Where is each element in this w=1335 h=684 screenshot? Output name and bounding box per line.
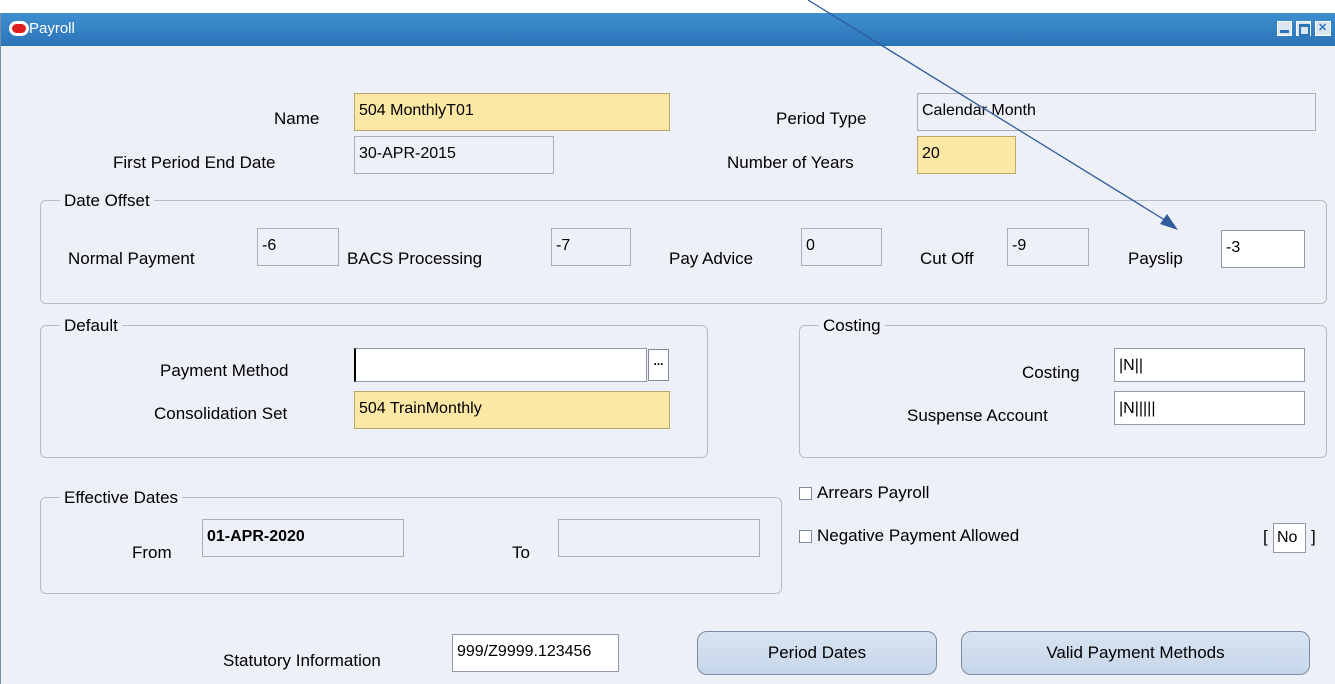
title-bar: Payroll bbox=[1, 13, 1335, 46]
normal-payment-field[interactable]: -6 bbox=[257, 228, 339, 266]
cut-off-field[interactable]: -9 bbox=[1007, 228, 1089, 266]
payslip-field[interactable]: -3 bbox=[1221, 230, 1305, 268]
name-label: Name bbox=[274, 109, 320, 128]
list-of-values-button[interactable]: ... bbox=[648, 349, 669, 381]
first-period-end-label: First Period End Date bbox=[113, 153, 276, 172]
to-label: To bbox=[512, 543, 530, 562]
window-title: Payroll bbox=[29, 20, 75, 37]
pay-advice-label: Pay Advice bbox=[669, 249, 754, 268]
period-dates-button[interactable]: Period Dates bbox=[697, 631, 937, 675]
valid-payment-methods-button[interactable]: Valid Payment Methods bbox=[961, 631, 1310, 675]
number-of-years-field[interactable]: 20 bbox=[917, 136, 1016, 174]
first-period-end-field[interactable]: 30-APR-2015 bbox=[354, 136, 554, 174]
payslip-label: Payslip bbox=[1128, 249, 1183, 268]
costing-label: Costing bbox=[1022, 363, 1080, 382]
arrears-payroll-label: Arrears Payroll bbox=[817, 483, 930, 502]
normal-payment-label: Normal Payment bbox=[68, 249, 195, 268]
date-offset-title: Date Offset bbox=[60, 191, 154, 211]
to-date-field[interactable] bbox=[558, 519, 760, 557]
oracle-logo-icon bbox=[9, 21, 29, 36]
payment-method-field[interactable] bbox=[354, 348, 647, 382]
bracket-open: [ bbox=[1263, 527, 1268, 546]
suspense-account-label: Suspense Account bbox=[907, 406, 1048, 425]
arrears-payroll-checkbox[interactable] bbox=[799, 487, 812, 500]
from-label: From bbox=[132, 543, 172, 562]
bacs-processing-label: BACS Processing bbox=[347, 249, 483, 268]
period-type-field[interactable]: Calendar Month bbox=[917, 93, 1316, 131]
suspense-account-field[interactable]: |N||||| bbox=[1114, 391, 1305, 425]
name-field[interactable]: 504 MonthlyT01 bbox=[354, 93, 670, 131]
costing-field[interactable]: |N|| bbox=[1114, 348, 1305, 382]
bacs-processing-field[interactable]: -7 bbox=[551, 228, 631, 266]
consolidation-set-field[interactable]: 504 TrainMonthly bbox=[354, 391, 670, 429]
period-type-label: Period Type bbox=[776, 109, 867, 128]
close-icon[interactable] bbox=[1315, 21, 1331, 36]
payroll-window: Payroll Name 504 MonthlyT01 Period Type … bbox=[0, 13, 1335, 684]
costing-title: Costing bbox=[819, 316, 885, 336]
cut-off-label: Cut Off bbox=[920, 249, 974, 268]
statutory-information-field[interactable]: 999/Z9999.123456 bbox=[452, 634, 619, 672]
bracket-close: ] bbox=[1311, 527, 1316, 546]
minimize-icon[interactable] bbox=[1277, 21, 1292, 36]
statutory-information-label: Statutory Information bbox=[223, 651, 381, 670]
effective-dates-title: Effective Dates bbox=[60, 488, 183, 508]
negative-payment-value-field[interactable]: No bbox=[1273, 523, 1306, 553]
negative-payment-label: Negative Payment Allowed bbox=[817, 526, 1020, 545]
from-date-field[interactable]: 01-APR-2020 bbox=[202, 519, 404, 557]
payment-method-label: Payment Method bbox=[160, 361, 289, 380]
number-of-years-label: Number of Years bbox=[727, 153, 854, 172]
negative-payment-checkbox[interactable] bbox=[799, 530, 812, 543]
pay-advice-field[interactable]: 0 bbox=[801, 228, 882, 266]
consolidation-set-label: Consolidation Set bbox=[154, 404, 288, 423]
default-title: Default bbox=[60, 316, 122, 336]
maximize-icon[interactable] bbox=[1296, 21, 1311, 36]
